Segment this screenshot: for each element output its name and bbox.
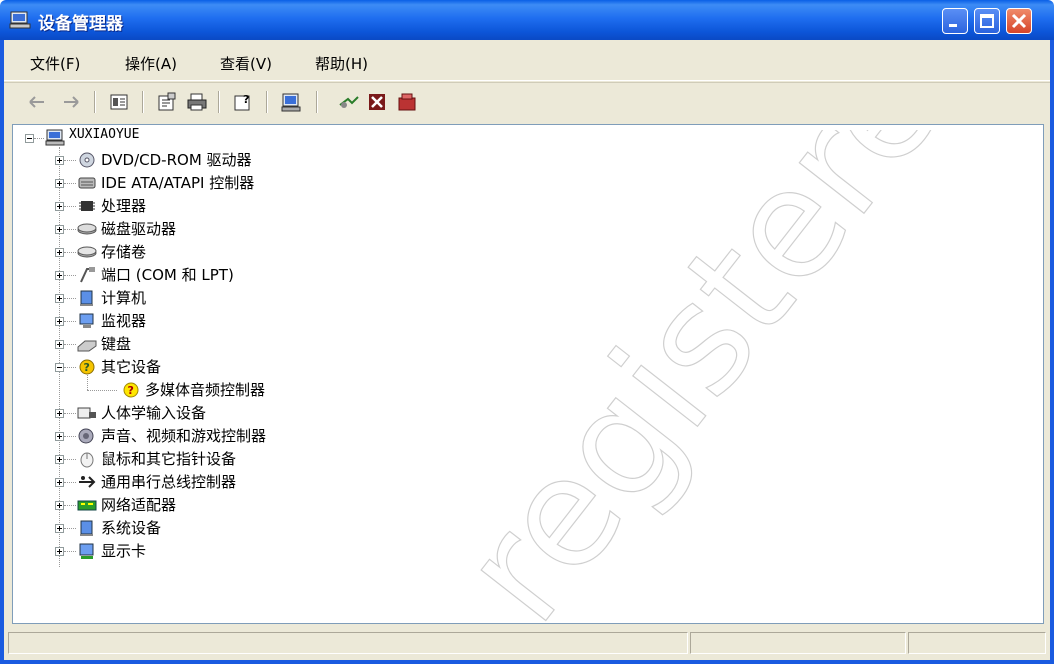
- port-icon: [80, 267, 95, 283]
- tree-item-label[interactable]: 通用串行总线控制器: [101, 471, 236, 492]
- expand-toggle[interactable]: [55, 547, 64, 556]
- forward-icon[interactable]: [60, 91, 82, 113]
- maximize-icon: [980, 14, 994, 28]
- uninstall-icon[interactable]: [396, 91, 418, 113]
- tree-item-label[interactable]: 系统设备: [101, 517, 161, 538]
- window-title: 设备管理器: [38, 14, 123, 34]
- status-pane-2: [690, 632, 906, 654]
- ide-icon: [78, 177, 96, 189]
- tree-item-label[interactable]: 处理器: [101, 195, 146, 216]
- tree-item-label[interactable]: 声音、视频和游戏控制器: [101, 425, 266, 446]
- expand-toggle[interactable]: [55, 179, 64, 188]
- device-manager-icon: [9, 11, 31, 29]
- tree-root-label[interactable]: XUXIAOYUE: [69, 127, 139, 142]
- processor-icon: [79, 201, 95, 211]
- expand-toggle[interactable]: [55, 202, 64, 211]
- tree-item-label[interactable]: IDE ATA/ATAPI 控制器: [101, 172, 254, 193]
- svg-text:?: ?: [243, 93, 249, 106]
- sound-icon: [78, 428, 94, 444]
- collapse-toggle[interactable]: [55, 363, 64, 372]
- keyboard-icon: [77, 340, 97, 352]
- svg-text:?: ?: [84, 361, 90, 374]
- network-icon: [77, 500, 97, 511]
- tree-item-label[interactable]: 端口 (COM 和 LPT): [101, 264, 234, 285]
- expand-toggle[interactable]: [55, 409, 64, 418]
- tree-item-label[interactable]: 人体学输入设备: [101, 402, 206, 423]
- collapse-toggle[interactable]: [25, 134, 34, 143]
- menu-bar: 文件(F) 操作(A) 查看(V) 帮助(H): [4, 44, 1050, 81]
- tree-item-label[interactable]: 鼠标和其它指针设备: [101, 448, 236, 469]
- menu-view[interactable]: 查看(V): [220, 53, 272, 74]
- tree-item-label[interactable]: 多媒体音频控制器: [145, 379, 265, 400]
- help-icon[interactable]: ?: [232, 91, 254, 113]
- computer-root-icon: [45, 129, 65, 146]
- status-pane-main: [8, 632, 688, 654]
- status-bar: [4, 628, 1050, 658]
- menu-file[interactable]: 文件(F): [30, 53, 80, 74]
- expand-toggle[interactable]: [55, 248, 64, 257]
- expand-toggle[interactable]: [55, 524, 64, 533]
- disk-icon: [77, 223, 97, 235]
- tree-item-label[interactable]: 监视器: [101, 310, 146, 331]
- back-icon[interactable]: [26, 91, 48, 113]
- mouse-icon: [80, 452, 94, 468]
- display-icon: [79, 543, 94, 559]
- view-icon[interactable]: [108, 91, 130, 113]
- menu-action[interactable]: 操作(A): [125, 53, 177, 74]
- tree-item-label[interactable]: 显示卡: [101, 540, 146, 561]
- expand-toggle[interactable]: [55, 225, 64, 234]
- update-driver-icon[interactable]: [338, 91, 360, 113]
- disable-icon[interactable]: [366, 91, 388, 113]
- hid-icon: [77, 407, 96, 419]
- print-icon[interactable]: [186, 91, 208, 113]
- expand-toggle[interactable]: [55, 156, 64, 165]
- expand-toggle[interactable]: [55, 501, 64, 510]
- tree-item-label[interactable]: 其它设备: [101, 356, 161, 377]
- expand-toggle[interactable]: [55, 455, 64, 464]
- svg-text:?: ?: [128, 384, 134, 397]
- usb-icon: [79, 476, 96, 488]
- expand-toggle[interactable]: [55, 340, 64, 349]
- computer-icon: [80, 290, 93, 306]
- menu-help[interactable]: 帮助(H): [315, 53, 368, 74]
- toolbar: ?: [4, 82, 1050, 121]
- volume-icon: [77, 246, 97, 258]
- scan-icon[interactable]: [280, 91, 302, 113]
- tree-item-label[interactable]: 计算机: [101, 287, 146, 308]
- tree-item-label[interactable]: DVD/CD-ROM 驱动器: [101, 149, 252, 170]
- maximize-button[interactable]: [974, 8, 1000, 34]
- minimize-icon: [949, 24, 957, 27]
- tree-item-label[interactable]: 磁盘驱动器: [101, 218, 176, 239]
- expand-toggle[interactable]: [55, 317, 64, 326]
- tree-item-label[interactable]: 键盘: [101, 333, 131, 354]
- tree-item-label[interactable]: 网络适配器: [101, 494, 176, 515]
- expand-toggle[interactable]: [55, 271, 64, 280]
- expand-toggle[interactable]: [55, 432, 64, 441]
- system-icon: [80, 520, 93, 536]
- expand-toggle[interactable]: [55, 294, 64, 303]
- device-tree[interactable]: XUXIAOYUE DVD/CD-ROM 驱动器 IDE ATA/ATAPI 控制…: [12, 124, 1044, 624]
- tree-item-label[interactable]: 存储卷: [101, 241, 146, 262]
- minimize-button[interactable]: [942, 8, 968, 34]
- title-bar[interactable]: 设备管理器: [0, 0, 1054, 40]
- cdrom-icon: [79, 152, 95, 168]
- close-icon: [1011, 13, 1027, 29]
- expand-toggle[interactable]: [55, 478, 64, 487]
- status-pane-3: [908, 632, 1046, 654]
- warning-device-icon: ?: [123, 382, 139, 398]
- properties-icon[interactable]: [156, 91, 178, 113]
- unknown-device-icon: ?: [79, 359, 95, 375]
- monitor-icon: [79, 313, 94, 328]
- close-button[interactable]: [1006, 8, 1032, 34]
